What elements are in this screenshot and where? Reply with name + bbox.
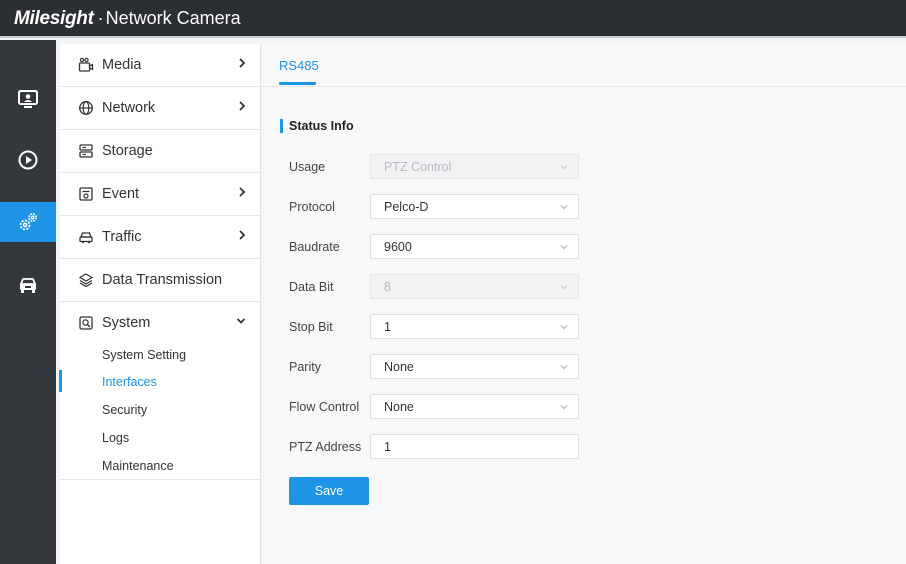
- field-label: Flow Control: [289, 400, 360, 414]
- active-tab-indicator: [279, 82, 316, 85]
- event-icon: [79, 187, 93, 201]
- subnav-security[interactable]: Security: [102, 403, 147, 417]
- media-camera-icon: [78, 57, 94, 72]
- data-bit-select: 8: [370, 274, 579, 299]
- chevron-right-icon: [239, 230, 246, 240]
- settings-nav: Media Network Storage Event Traffic Data…: [59, 44, 261, 564]
- field-row-ptz-address: PTZ Address 1: [289, 434, 689, 460]
- field-value: None: [384, 360, 414, 374]
- section-accent-bar: [280, 119, 283, 133]
- field-row-baudrate: Baudrate 9600: [289, 234, 689, 260]
- nav-item-event[interactable]: Event: [60, 173, 261, 216]
- nav-item-label: Event: [102, 186, 140, 202]
- field-row-parity: Parity None: [289, 354, 689, 380]
- subnav-logs[interactable]: Logs: [102, 431, 129, 445]
- field-label: PTZ Address: [289, 440, 362, 454]
- protocol-select[interactable]: Pelco-D: [370, 194, 579, 219]
- system-icon: [79, 316, 93, 330]
- field-label: Protocol: [289, 200, 335, 214]
- field-row-protocol: Protocol Pelco-D: [289, 194, 689, 220]
- subnav-system-setting[interactable]: System Setting: [102, 348, 186, 362]
- chevron-right-icon: [239, 58, 246, 68]
- nav-item-label: Storage: [102, 143, 153, 159]
- brand-product: Network Camera: [105, 8, 241, 28]
- field-value: None: [384, 400, 414, 414]
- field-value: Pelco-D: [384, 200, 429, 214]
- nav-item-data-transmission[interactable]: Data Transmission: [60, 259, 261, 302]
- nav-item-label: Media: [102, 57, 142, 73]
- globe-icon: [79, 101, 93, 115]
- subnav-interfaces[interactable]: Interfaces: [102, 375, 157, 389]
- chevron-down-icon: [560, 245, 568, 250]
- field-value: 9600: [384, 240, 412, 254]
- save-button[interactable]: Save: [289, 477, 369, 505]
- system-submenu: System Setting Interfaces Security Logs …: [59, 342, 261, 480]
- chevron-down-icon: [560, 365, 568, 370]
- chevron-down-icon: [560, 205, 568, 210]
- parity-select[interactable]: None: [370, 354, 579, 379]
- nav-item-traffic[interactable]: Traffic: [60, 216, 261, 259]
- nav-item-storage[interactable]: Storage: [60, 130, 261, 173]
- storage-icon: [79, 144, 93, 158]
- live-view-icon: [18, 90, 38, 108]
- nav-item-network[interactable]: Network: [60, 87, 261, 130]
- brand: Milesight · Network Camera: [14, 8, 241, 30]
- tab-bar: RS485: [262, 44, 906, 87]
- car-icon: [79, 232, 93, 244]
- rail-item-playback[interactable]: [0, 140, 56, 180]
- field-row-flow-control: Flow Control None: [289, 394, 689, 420]
- field-label: Data Bit: [289, 280, 334, 294]
- settings-gears-icon: [19, 213, 37, 231]
- field-label: Stop Bit: [289, 320, 333, 334]
- chevron-down-icon: [560, 165, 568, 170]
- stop-bit-select[interactable]: 1: [370, 314, 579, 339]
- vehicle-icon: [19, 278, 37, 293]
- field-value: PTZ Control: [384, 160, 452, 174]
- baudrate-select[interactable]: 9600: [370, 234, 579, 259]
- ptz-address-input[interactable]: 1: [370, 434, 579, 459]
- chevron-right-icon: [239, 101, 246, 111]
- tab-rs485[interactable]: RS485: [279, 58, 319, 73]
- chevron-down-icon: [560, 285, 568, 290]
- layers-icon: [78, 273, 94, 288]
- usage-select: PTZ Control: [370, 154, 579, 179]
- field-row-stop-bit: Stop Bit 1: [289, 314, 689, 340]
- playback-icon: [18, 150, 38, 170]
- chevron-right-icon: [239, 187, 246, 197]
- nav-item-label: Traffic: [102, 229, 142, 245]
- field-row-usage: Usage PTZ Control: [289, 154, 689, 180]
- field-label: Parity: [289, 360, 321, 374]
- subnav-maintenance[interactable]: Maintenance: [102, 459, 174, 473]
- field-label: Baudrate: [289, 240, 340, 254]
- field-label: Usage: [289, 160, 326, 174]
- chevron-down-icon: [236, 318, 246, 324]
- nav-item-label: System: [102, 315, 151, 331]
- field-value: 1: [384, 440, 391, 454]
- nav-item-media[interactable]: Media: [60, 44, 261, 87]
- field-value: 1: [384, 320, 391, 334]
- brand-logo: Milesight: [14, 8, 94, 29]
- nav-item-label: Data Transmission: [102, 272, 223, 288]
- rail-item-vehicle[interactable]: [0, 265, 56, 305]
- brand-separator: ·: [97, 8, 104, 28]
- flow-control-select[interactable]: None: [370, 394, 579, 419]
- main-content: RS485 Status Info Usage PTZ Control Prot…: [262, 44, 906, 564]
- active-subnav-marker: [59, 370, 62, 392]
- nav-item-system[interactable]: System: [60, 302, 261, 345]
- nav-item-label: Network: [102, 100, 156, 116]
- rail-item-settings[interactable]: [0, 202, 56, 242]
- field-value: 8: [384, 280, 391, 294]
- rail-item-live-view[interactable]: [0, 79, 56, 119]
- top-bar: Milesight · Network Camera: [0, 0, 906, 38]
- section-title: Status Info: [289, 119, 354, 133]
- chevron-down-icon: [560, 325, 568, 330]
- chevron-down-icon: [560, 405, 568, 410]
- field-row-data-bit: Data Bit 8: [289, 274, 689, 300]
- main-rail: [0, 40, 56, 564]
